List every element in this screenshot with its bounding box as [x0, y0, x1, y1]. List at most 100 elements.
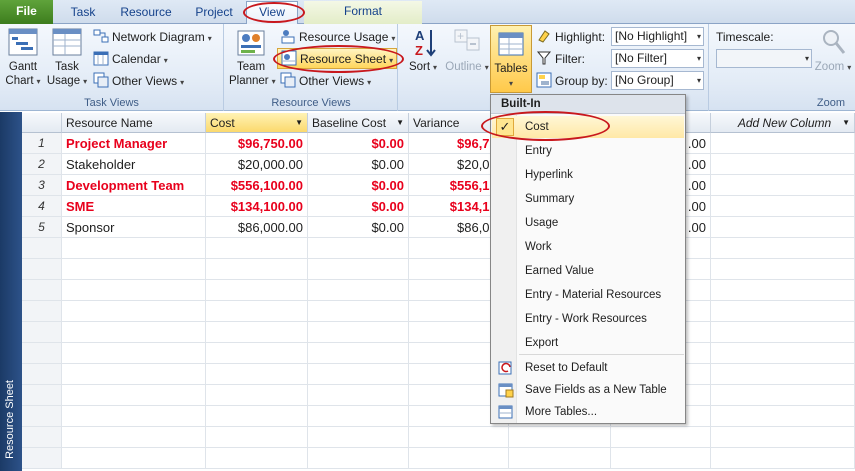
cost-cell[interactable] [206, 406, 308, 427]
baseline-cost-cell[interactable] [308, 259, 409, 280]
table-row[interactable]: 1 Project Manager $96,750.00 $0.00 $96,750.0… [22, 133, 855, 154]
tables-button[interactable]: Tables ▾ [490, 25, 532, 93]
tab-project[interactable]: Project [186, 2, 242, 23]
filter-select[interactable]: [No Filter] ▾ [611, 49, 704, 68]
column-header-baseline-cost[interactable]: Baseline Cost ▼ [308, 113, 409, 133]
menu-item-usage[interactable]: Usage [492, 212, 684, 234]
resource-name-cell[interactable] [62, 448, 206, 469]
variance-cell[interactable] [409, 448, 509, 469]
add-new-column-cell[interactable] [711, 301, 855, 322]
add-new-column-cell[interactable] [711, 406, 855, 427]
resource-name-cell[interactable] [62, 301, 206, 322]
cost-cell[interactable]: $20,000.00 [206, 154, 308, 175]
resource-name-cell[interactable] [62, 322, 206, 343]
cost-cell[interactable]: $556,100.00 [206, 175, 308, 196]
tab-format[interactable]: Format [304, 1, 422, 24]
cost-cell[interactable]: $96,750.00 [206, 133, 308, 154]
table-row[interactable] [22, 364, 855, 385]
baseline-cost-cell[interactable] [308, 280, 409, 301]
row-id-cell[interactable]: 5 [22, 217, 62, 238]
table-row[interactable] [22, 322, 855, 343]
row-id-cell[interactable] [22, 364, 62, 385]
baseline-cost-cell[interactable] [308, 322, 409, 343]
cost-cell[interactable]: $134,100.00 [206, 196, 308, 217]
row-id-cell[interactable]: 2 [22, 154, 62, 175]
gantt-chart-button[interactable]: Gantt Chart ▾ [2, 26, 44, 89]
menu-item-hyperlink[interactable]: Hyperlink [492, 164, 684, 186]
resource-name-cell[interactable]: Sponsor [62, 217, 206, 238]
column-header-cost[interactable]: Cost ▼ [206, 113, 308, 133]
tab-resource[interactable]: Resource [112, 2, 180, 23]
hidden-cell-2[interactable] [611, 448, 711, 469]
table-row[interactable]: 4 SME $134,100.00 $0.00 $134,100.00 [22, 196, 855, 217]
baseline-cost-cell[interactable] [308, 385, 409, 406]
team-planner-button[interactable]: Team Planner ▾ [229, 26, 276, 89]
baseline-cost-cell[interactable] [308, 427, 409, 448]
cost-cell[interactable] [206, 364, 308, 385]
row-id-cell[interactable] [22, 322, 62, 343]
resource-name-cell[interactable]: SME [62, 196, 206, 217]
resource-name-cell[interactable]: Stakeholder [62, 154, 206, 175]
table-row[interactable]: 3 Development Team $556,100.00 $0.00 $556,10… [22, 175, 855, 196]
menu-item-export[interactable]: Export [492, 332, 684, 354]
baseline-cost-cell[interactable]: $0.00 [308, 217, 409, 238]
baseline-cost-cell[interactable] [308, 448, 409, 469]
add-new-column-cell[interactable] [711, 238, 855, 259]
resource-other-views-button[interactable]: Other Views ▾ [280, 71, 371, 91]
add-new-column-cell[interactable] [711, 448, 855, 469]
cost-cell[interactable] [206, 385, 308, 406]
cost-cell[interactable] [206, 259, 308, 280]
row-id-cell[interactable]: 3 [22, 175, 62, 196]
tab-file[interactable]: File [0, 0, 53, 24]
variance-cell[interactable] [409, 427, 509, 448]
sort-button[interactable]: AZ Sort ▾ [405, 26, 441, 75]
table-row[interactable] [22, 343, 855, 364]
menu-item-work[interactable]: Work [492, 236, 684, 258]
menu-item-reset-to-default[interactable]: Reset to Default [492, 357, 684, 379]
add-new-column-cell[interactable] [711, 175, 855, 196]
highlight-select[interactable]: [No Highlight] ▾ [611, 27, 704, 46]
hidden-cell[interactable] [509, 427, 611, 448]
add-new-column-cell[interactable] [711, 259, 855, 280]
add-new-column-cell[interactable] [711, 385, 855, 406]
resource-sheet-button[interactable]: Resource Sheet ▾ [277, 48, 398, 69]
tab-task[interactable]: Task [60, 2, 106, 23]
column-header-resource-name[interactable]: Resource Name [62, 113, 206, 133]
baseline-cost-cell[interactable] [308, 364, 409, 385]
add-new-column-cell[interactable] [711, 217, 855, 238]
select-all-corner[interactable] [22, 113, 62, 133]
tab-view[interactable]: View [246, 1, 298, 24]
calendar-button[interactable]: Calendar ▾ [93, 49, 168, 69]
table-row[interactable] [22, 448, 855, 469]
row-id-cell[interactable] [22, 406, 62, 427]
add-new-column-cell[interactable] [711, 133, 855, 154]
add-new-column-cell[interactable] [711, 343, 855, 364]
cost-cell[interactable] [206, 238, 308, 259]
resource-name-cell[interactable] [62, 238, 206, 259]
group-by-select[interactable]: [No Group] ▾ [611, 71, 704, 90]
task-usage-button[interactable]: Task Usage ▾ [46, 26, 88, 89]
resource-name-cell[interactable] [62, 364, 206, 385]
resource-name-cell[interactable]: Development Team [62, 175, 206, 196]
hidden-cell-2[interactable] [611, 427, 711, 448]
timescale-select[interactable]: ▾ [716, 49, 812, 68]
network-diagram-button[interactable]: Network Diagram ▾ [93, 27, 212, 47]
add-new-column-cell[interactable] [711, 364, 855, 385]
baseline-cost-cell[interactable]: $0.00 [308, 154, 409, 175]
cost-cell[interactable] [206, 427, 308, 448]
menu-item-save-fields[interactable]: Save Fields as a New Table [492, 379, 684, 401]
table-row[interactable] [22, 406, 855, 427]
row-id-cell[interactable] [22, 280, 62, 301]
baseline-cost-cell[interactable] [308, 343, 409, 364]
table-row[interactable]: 2 Stakeholder $20,000.00 $0.00 $20,000.00 [22, 154, 855, 175]
add-new-column-cell[interactable] [711, 154, 855, 175]
baseline-cost-cell[interactable]: $0.00 [308, 133, 409, 154]
cost-cell[interactable] [206, 448, 308, 469]
row-id-cell[interactable]: 1 [22, 133, 62, 154]
table-row[interactable] [22, 280, 855, 301]
add-new-column-cell[interactable] [711, 280, 855, 301]
cost-cell[interactable] [206, 280, 308, 301]
column-header-add-new[interactable]: Add New Column ▼ [711, 113, 855, 133]
row-id-cell[interactable] [22, 385, 62, 406]
resource-usage-button[interactable]: Resource Usage ▾ [280, 27, 395, 47]
